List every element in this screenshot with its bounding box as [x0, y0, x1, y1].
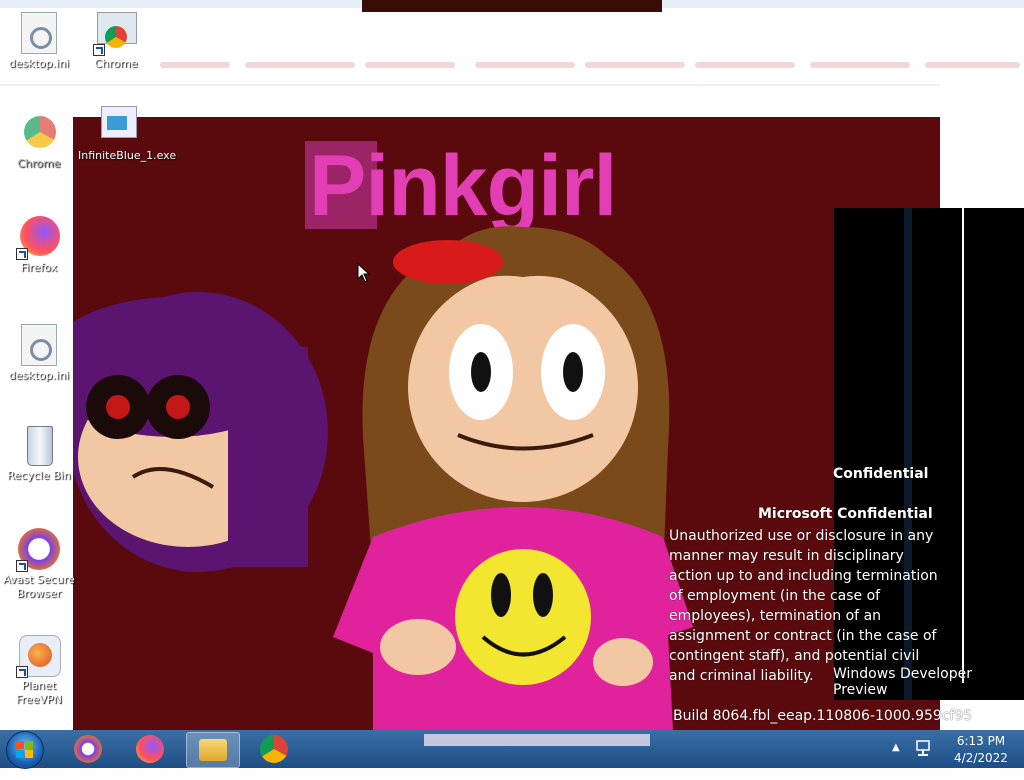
infiniteblue-shortcut[interactable]: InfiniteBlue_1.exe	[78, 104, 176, 163]
settings-file-icon	[21, 12, 57, 54]
desktop-ini-icon[interactable]: desktop.ini	[1, 12, 77, 71]
chrome-logo-icon	[105, 26, 127, 48]
watermark-build: Build 8064.fbl_eeap.110806-1000.959cf95	[673, 708, 973, 724]
taskbar-firefox[interactable]	[124, 732, 176, 766]
start-button[interactable]	[6, 731, 44, 769]
watermark-body: Unauthorized use or disclosure in any ma…	[669, 528, 938, 684]
recycle-bin[interactable]: Recycle Bin	[1, 424, 77, 483]
show-hidden-icons-arrow[interactable]: ▲	[892, 742, 900, 780]
avast-browser-icon	[74, 735, 102, 763]
clock-date: 4/2/2022	[954, 751, 1008, 765]
watermark-confidential: Confidential	[833, 466, 929, 482]
desktop-ini-shortcut-2[interactable]: desktop.ini	[1, 324, 77, 383]
system-clock[interactable]: 6:13 PM 4/2/2022	[946, 730, 1016, 771]
folder-icon	[199, 739, 227, 761]
exe-inner-icon	[107, 116, 127, 130]
taskbar-glitch	[424, 734, 650, 746]
ghost-divider	[0, 84, 940, 86]
taskbar-file-explorer[interactable]	[186, 732, 240, 768]
avast-shortcut[interactable]: Avast Secure Browser	[1, 528, 77, 601]
planet-icon	[28, 643, 52, 667]
watermark-windows-dev: Windows Developer Preview	[833, 666, 972, 698]
mouse-cursor	[357, 263, 371, 283]
top-glitch-bar	[362, 0, 662, 12]
chrome-logo-icon	[24, 116, 56, 148]
recycle-bin-icon	[27, 426, 53, 466]
taskbar-avast-browser[interactable]	[62, 732, 114, 766]
chrome-shortcut[interactable]: Chrome	[78, 12, 154, 71]
settings-file-icon	[21, 324, 57, 366]
ghost-browser-tabs	[130, 58, 1024, 74]
chrome-icon	[260, 735, 288, 763]
taskbar-chrome[interactable]	[248, 732, 300, 766]
planet-vpn-shortcut[interactable]: Planet FreeVPN	[1, 634, 77, 707]
firefox-shortcut[interactable]: Firefox	[1, 216, 77, 275]
clock-time: 6:13 PM	[956, 734, 1006, 748]
watermark-ms-confidential: Microsoft Confidential	[758, 506, 933, 522]
chrome-extra-shortcut[interactable]: Chrome	[1, 112, 77, 171]
firefox-icon	[136, 735, 164, 763]
network-icon[interactable]	[914, 739, 932, 777]
windows-logo-icon	[16, 741, 34, 759]
